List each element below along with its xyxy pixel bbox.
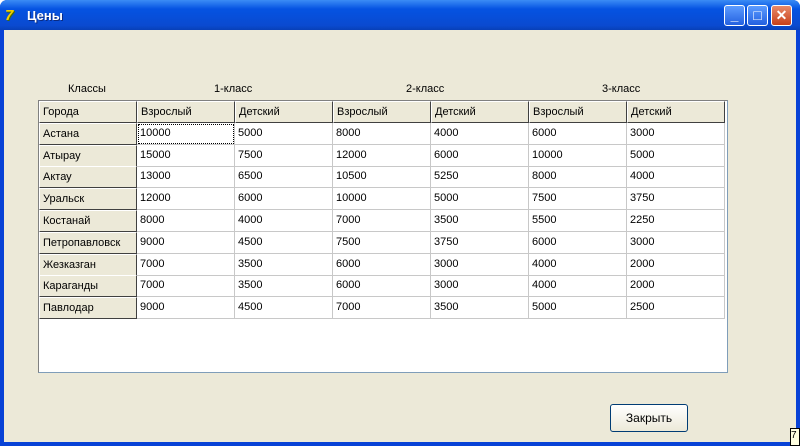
table-cell[interactable]: 3000 <box>431 253 529 276</box>
table-cell[interactable]: 15000 <box>137 144 235 167</box>
title-bar[interactable]: 7 Цены _ □ ✕ <box>0 0 800 30</box>
table-cell[interactable]: 6000 <box>333 253 431 276</box>
column-header[interactable]: Взрослый <box>333 101 431 123</box>
table-cell[interactable]: 7000 <box>333 210 431 232</box>
table-cell[interactable]: 4000 <box>529 275 627 298</box>
table-cell[interactable]: 9000 <box>137 297 235 320</box>
table-cell[interactable]: 10000 <box>333 188 431 211</box>
column-header[interactable]: Детский <box>235 101 333 123</box>
class3-label: 3-класс <box>602 83 641 95</box>
table-cell[interactable]: 2500 <box>627 297 725 320</box>
app-icon[interactable]: 7 <box>5 7 23 24</box>
table-cell[interactable]: 2000 <box>627 275 725 298</box>
column-header[interactable]: Взрослый <box>137 101 235 123</box>
table-cell[interactable]: 4500 <box>235 231 333 254</box>
table-cell[interactable]: 5250 <box>431 166 529 189</box>
row-header-city[interactable]: Жезказган <box>39 253 137 276</box>
row-header-city[interactable]: Актау <box>39 166 137 189</box>
column-header[interactable]: Взрослый <box>529 101 627 123</box>
table-cell[interactable]: 3750 <box>431 231 529 254</box>
table-cell[interactable]: 8000 <box>137 210 235 232</box>
row-header-city[interactable]: Петропавловск <box>39 231 137 254</box>
table-cell[interactable]: 6000 <box>235 188 333 211</box>
row-header-city[interactable]: Атырау <box>39 144 137 167</box>
table-cell[interactable]: 4000 <box>627 166 725 189</box>
column-header[interactable]: Детский <box>431 101 529 123</box>
table-cell[interactable]: 8000 <box>333 122 431 145</box>
table-cell[interactable]: 7000 <box>137 275 235 298</box>
row-header-city[interactable]: Астана <box>39 122 137 145</box>
window-title: Цены <box>27 8 63 23</box>
table-cell[interactable]: 6000 <box>529 122 627 145</box>
table-cell[interactable]: 7000 <box>137 253 235 276</box>
table-cell[interactable]: 6000 <box>431 144 529 167</box>
table-cell[interactable]: 12000 <box>333 144 431 167</box>
table-cell[interactable]: 3500 <box>235 253 333 276</box>
table-cell[interactable]: 3000 <box>431 275 529 298</box>
table-cell[interactable]: 7000 <box>333 297 431 320</box>
row-header-city[interactable]: Павлодар <box>39 297 137 320</box>
column-header[interactable]: Детский <box>627 101 725 123</box>
prices-grid[interactable]: Города Взрослый Детский Взрослый Детский Взро… <box>38 100 728 373</box>
window: 7 Цены _ □ ✕ Классы 1-класс 2-класс 3-кл… <box>0 0 800 446</box>
row-header-city[interactable]: Костанай <box>39 210 137 232</box>
table-cell[interactable]: 3500 <box>235 275 333 298</box>
table-cell[interactable]: 6500 <box>235 166 333 189</box>
table-cell[interactable]: 5000 <box>627 144 725 167</box>
table-cell[interactable]: 10000 <box>529 144 627 167</box>
table-cell[interactable]: 7500 <box>333 231 431 254</box>
class2-label: 2-класс <box>406 83 445 95</box>
table-cell[interactable]: 8000 <box>529 166 627 189</box>
table-cell[interactable]: 4000 <box>235 210 333 232</box>
table-cell[interactable]: 12000 <box>137 188 235 211</box>
table-cell[interactable]: 7500 <box>529 188 627 211</box>
table-cell[interactable]: 3500 <box>431 297 529 320</box>
table-cell[interactable]: 3750 <box>627 188 725 211</box>
minimize-button[interactable]: _ <box>724 5 745 26</box>
row-header-city[interactable]: Уральск <box>39 188 137 211</box>
class1-label: 1-класс <box>214 83 253 95</box>
table-cell[interactable]: 6000 <box>529 231 627 254</box>
table-cell[interactable]: 9000 <box>137 231 235 254</box>
table-cell[interactable]: 4000 <box>431 122 529 145</box>
row-header-city[interactable]: Караганды <box>39 275 137 298</box>
form-client: Классы 1-класс 2-класс 3-класс Города Взр… <box>4 30 796 442</box>
hint-badge: 7 <box>790 428 800 446</box>
table-cell[interactable]: 3000 <box>627 122 725 145</box>
maximize-button[interactable]: □ <box>747 5 768 26</box>
table-cell[interactable]: 6000 <box>333 275 431 298</box>
column-header[interactable]: Города <box>39 101 137 123</box>
table-cell[interactable]: 5000 <box>235 122 333 145</box>
table-cell[interactable]: 2000 <box>627 253 725 276</box>
table-cell[interactable]: 7500 <box>235 144 333 167</box>
close-window-button[interactable]: ✕ <box>771 5 792 26</box>
close-button[interactable]: Закрыть <box>610 404 688 432</box>
table-cell[interactable]: 5500 <box>529 210 627 232</box>
classes-label: Классы <box>68 83 106 95</box>
table-cell[interactable]: 3000 <box>627 231 725 254</box>
table-cell[interactable]: 3500 <box>431 210 529 232</box>
table-cell[interactable]: 13000 <box>137 166 235 189</box>
table-cell[interactable]: 10000 <box>137 122 235 145</box>
table-cell[interactable]: 4500 <box>235 297 333 320</box>
table-cell[interactable]: 5000 <box>529 297 627 320</box>
table-cell[interactable]: 2250 <box>627 210 725 232</box>
table-cell[interactable]: 5000 <box>431 188 529 211</box>
table-cell[interactable]: 4000 <box>529 253 627 276</box>
table-cell[interactable]: 10500 <box>333 166 431 189</box>
